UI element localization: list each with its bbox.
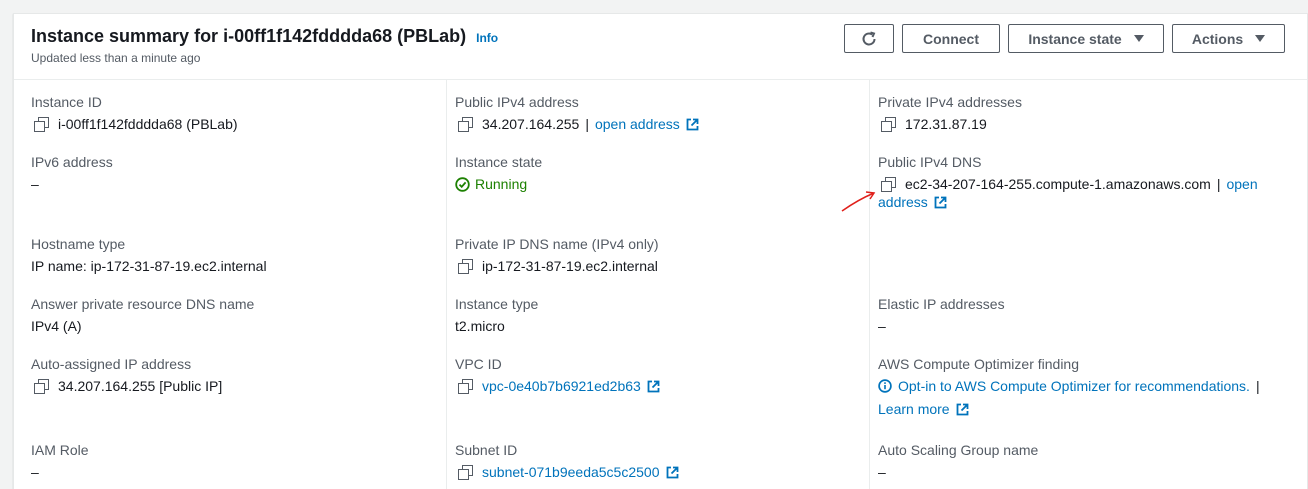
iam-role-value: –: [31, 464, 39, 480]
field-label: Auto Scaling Group name: [878, 442, 1039, 458]
field-hostname-type: Hostname type IP name: ip-172-31-87-19.e…: [31, 236, 267, 274]
caret-down-icon: [1255, 35, 1266, 42]
copy-icon[interactable]: [34, 379, 49, 394]
copy-icon[interactable]: [458, 379, 473, 394]
copy-icon[interactable]: [458, 117, 473, 132]
field-label: IAM Role: [31, 442, 89, 458]
open-address-link[interactable]: open address: [595, 116, 680, 132]
field-public-ipv4: Public IPv4 address 34.207.164.255 | ope…: [455, 94, 699, 132]
connect-button[interactable]: Connect: [902, 24, 1000, 53]
field-label: VPC ID: [455, 356, 502, 372]
instance-type-value: t2.micro: [455, 318, 505, 334]
field-instance-type: Instance type t2.micro: [455, 296, 538, 334]
success-check-icon: [455, 176, 470, 192]
field-label: Instance type: [455, 296, 539, 312]
field-label: Elastic IP addresses: [878, 296, 1005, 312]
asg-value: –: [878, 464, 886, 480]
connect-label: Connect: [923, 30, 979, 47]
external-link-icon[interactable]: [934, 196, 947, 209]
field-instance-id: Instance ID i-00ff1f142fdddda68 (PBLab): [31, 94, 238, 132]
separator: |: [1216, 176, 1221, 192]
field-auto-ip: Auto-assigned IP address 34.207.164.255 …: [31, 356, 222, 394]
field-label: Public IPv4 address: [455, 94, 579, 110]
field-label: Private IPv4 addresses: [878, 94, 1022, 110]
field-subnet: Subnet ID subnet-071b9eeda5c5c2500: [455, 442, 679, 480]
external-link-icon[interactable]: [666, 466, 679, 479]
copy-icon[interactable]: [458, 465, 473, 480]
field-instance-state: Instance state Running: [455, 154, 542, 192]
open-address-link[interactable]: open: [1226, 176, 1257, 192]
field-label: AWS Compute Optimizer finding: [878, 356, 1079, 372]
copy-icon[interactable]: [458, 259, 473, 274]
copy-icon[interactable]: [881, 117, 896, 132]
info-link[interactable]: Info: [476, 31, 498, 45]
external-link-icon[interactable]: [647, 380, 660, 393]
page-title: Instance summary for i-00ff1f142fdddda68…: [31, 26, 467, 46]
refresh-icon: [862, 31, 876, 45]
field-vpc: VPC ID vpc-0e40b7b6921ed2b63: [455, 356, 660, 394]
copy-icon[interactable]: [34, 117, 49, 132]
actions-label: Actions: [1191, 30, 1244, 47]
instance-state-label: Instance state: [1028, 30, 1122, 47]
separator: |: [1255, 378, 1260, 394]
field-label: Instance state: [455, 154, 543, 170]
external-link-icon[interactable]: [686, 118, 699, 131]
instance-id-value: i-00ff1f142fdddda68 (PBLab): [58, 116, 238, 132]
updated-status: Updated less than a minute ago: [31, 51, 201, 65]
field-asg: Auto Scaling Group name –: [878, 442, 1038, 480]
refresh-button[interactable]: [844, 24, 894, 53]
vpc-link[interactable]: vpc-0e40b7b6921ed2b63: [482, 378, 641, 394]
field-label: Instance ID: [31, 94, 102, 110]
panel-header: Instance summary for i-00ff1f142fdddda68…: [14, 14, 1307, 80]
separator: |: [585, 116, 589, 132]
instance-state-value: Running: [475, 176, 528, 192]
field-label: IPv6 address: [31, 154, 113, 170]
caret-down-icon: [1133, 35, 1144, 42]
public-dns-value: ec2-34-207-164-255.compute-1.amazonaws.c…: [905, 176, 1211, 192]
field-label: Subnet ID: [455, 442, 518, 458]
field-label: Answer private resource DNS name: [31, 296, 255, 312]
field-label: Hostname type: [31, 236, 126, 252]
instance-summary-panel: Instance summary for i-00ff1f142fdddda68…: [13, 13, 1308, 489]
field-label: Public IPv4 DNS: [878, 154, 982, 170]
hostname-type-value: IP name: ip-172-31-87-19.ec2.internal: [31, 258, 267, 274]
info-circle-icon: [878, 379, 892, 393]
instance-state-dropdown[interactable]: Instance state: [1008, 24, 1164, 53]
answer-dns-value: IPv4 (A): [31, 318, 82, 334]
field-optimizer: AWS Compute Optimizer finding Opt-in to …: [878, 356, 1260, 417]
field-ipv6: IPv6 address –: [31, 154, 113, 192]
annotation-arrow-icon: [841, 191, 876, 212]
field-label: Private IP DNS name (IPv4 only): [455, 236, 659, 252]
field-public-dns: Public IPv4 DNS ec2-34-207-164-255.compu…: [878, 154, 1258, 210]
subnet-link[interactable]: subnet-071b9eeda5c5c2500: [482, 464, 660, 480]
external-link-icon[interactable]: [956, 403, 969, 416]
copy-icon[interactable]: [881, 177, 896, 192]
private-ipv4-value: 172.31.87.19: [905, 116, 987, 132]
public-ipv4-value: 34.207.164.255: [482, 116, 580, 132]
ipv6-value: –: [31, 176, 39, 192]
field-iam-role: IAM Role –: [31, 442, 89, 480]
field-label: Auto-assigned IP address: [31, 356, 192, 372]
column-divider: [869, 80, 870, 489]
actions-dropdown[interactable]: Actions: [1172, 24, 1285, 53]
private-dns-value: ip-172-31-87-19.ec2.internal: [482, 258, 658, 274]
elastic-ip-value: –: [878, 318, 886, 334]
learn-more-link[interactable]: Learn more: [878, 401, 950, 417]
field-private-ipv4: Private IPv4 addresses 172.31.87.19: [878, 94, 1022, 132]
open-address-link-cont[interactable]: address: [878, 194, 928, 210]
field-answer-dns: Answer private resource DNS name IPv4 (A…: [31, 296, 254, 334]
field-elastic-ip: Elastic IP addresses –: [878, 296, 1005, 334]
column-divider: [446, 80, 447, 489]
auto-ip-value: 34.207.164.255 [Public IP]: [58, 378, 223, 394]
field-private-dns: Private IP DNS name (IPv4 only) ip-172-3…: [455, 236, 659, 274]
optimizer-opt-in-link[interactable]: Opt-in to AWS Compute Optimizer for reco…: [898, 378, 1250, 394]
